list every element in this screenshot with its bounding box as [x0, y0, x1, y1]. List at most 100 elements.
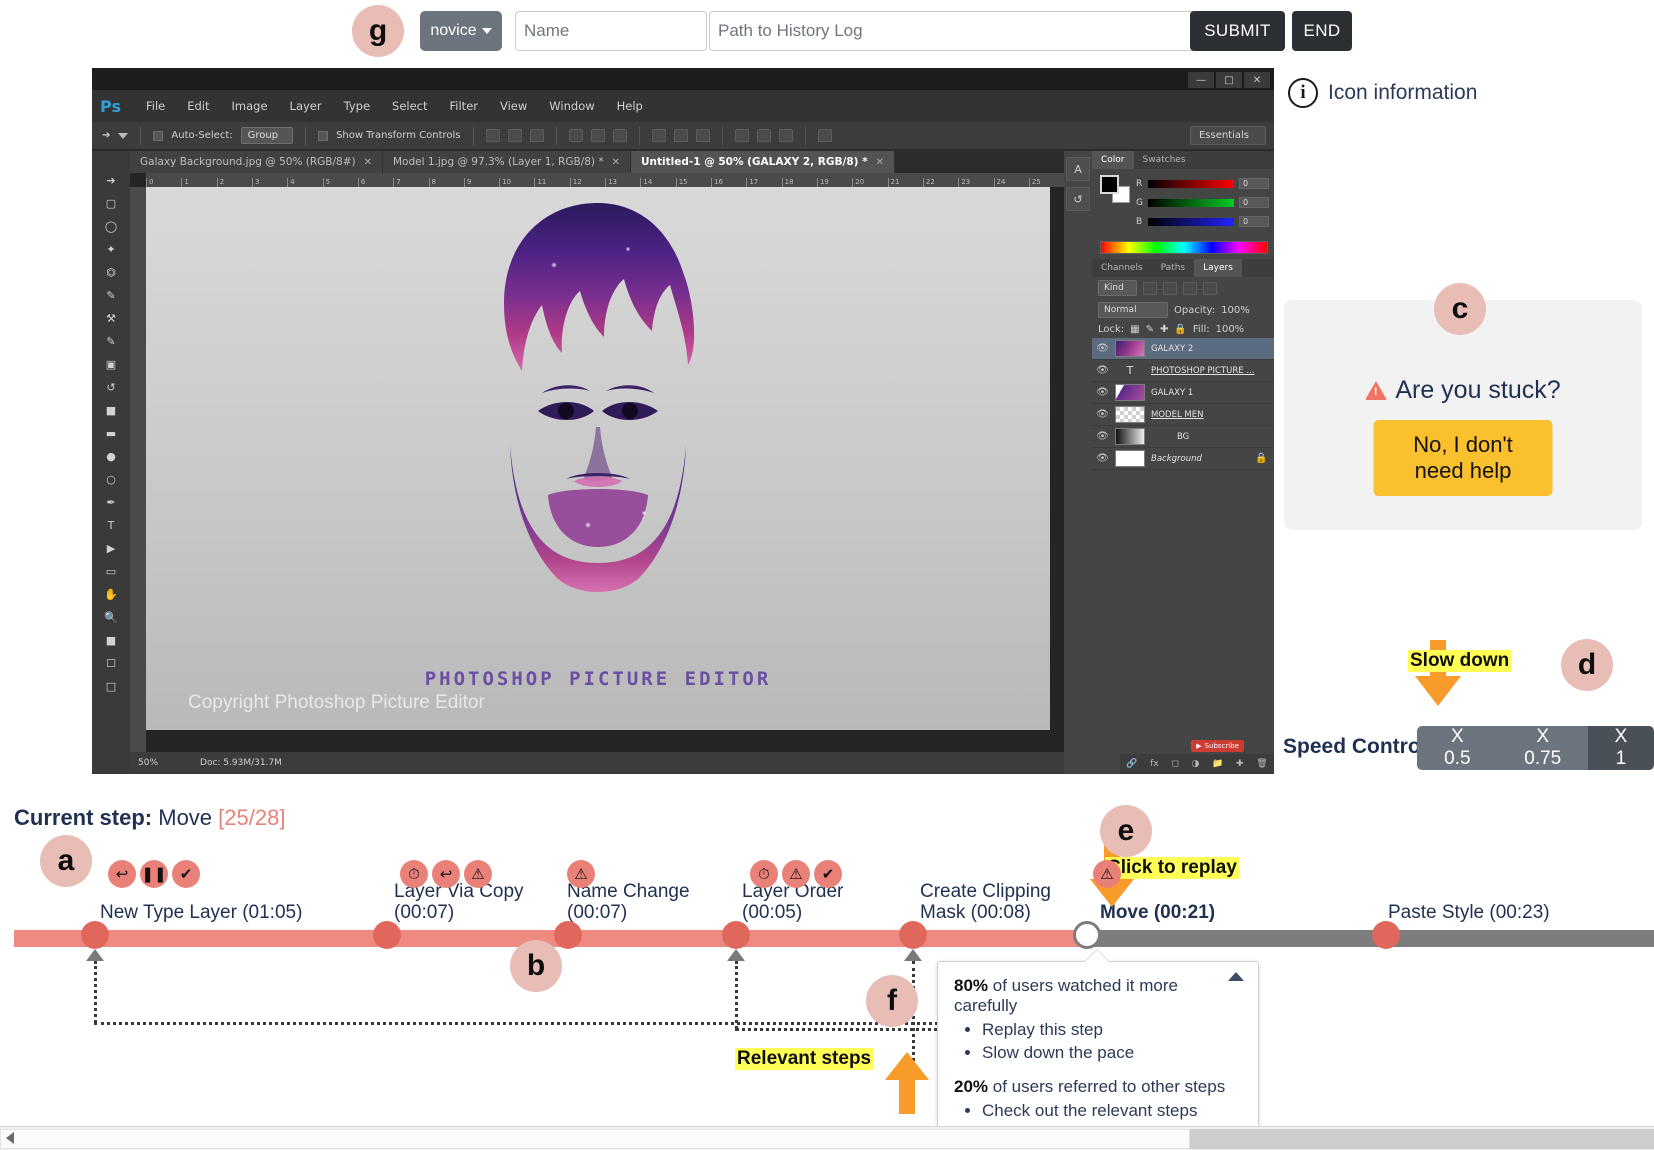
timeline-node-paste-style[interactable]	[1372, 921, 1400, 949]
link-layers-icon[interactable]: 🔗	[1126, 759, 1137, 769]
layer-row-photoshop-picture[interactable]: 👁 T PHOTOSHOP PICTURE ...	[1092, 360, 1274, 382]
pause-icon[interactable]: ❚❚	[140, 860, 168, 888]
blend-mode-select[interactable]: Normal	[1098, 302, 1168, 318]
timeline-node-move[interactable]	[1073, 921, 1101, 949]
subscribe-button[interactable]: ▶ Subscribe	[1191, 740, 1244, 752]
minimize-icon[interactable]: —	[1188, 72, 1214, 88]
layer-row-galaxy-1[interactable]: 👁 GALAXY 1	[1092, 382, 1274, 404]
menu-filter[interactable]: Filter	[439, 99, 489, 113]
align-right-edges-icon[interactable]	[529, 129, 544, 142]
history-log-path-input[interactable]	[709, 11, 1199, 51]
lock-position-icon[interactable]: ✚	[1160, 324, 1168, 335]
eye-icon[interactable]: 👁	[1096, 387, 1109, 398]
foreground-background-swatch[interactable]	[1100, 175, 1130, 203]
scrollbar-track[interactable]	[1190, 1129, 1654, 1149]
document-tab-model-1[interactable]: Model 1.jpg @ 97.3% (Layer 1, RGB/8) * ✕	[383, 151, 631, 173]
timeline-node-new-type-layer[interactable]	[81, 921, 109, 949]
layer-style-icon[interactable]: fx	[1150, 759, 1159, 769]
lasso-tool[interactable]: ◯	[92, 215, 130, 238]
filter-pixel-layers-icon[interactable]	[1142, 281, 1157, 295]
lock-image-pixels-icon[interactable]: ✎	[1146, 324, 1154, 335]
menu-select[interactable]: Select	[381, 99, 438, 113]
step-label-create-clipping-mask[interactable]: Create Clipping Mask (00:08)	[920, 881, 1060, 923]
auto-select-scope-select[interactable]: Group	[240, 127, 294, 144]
close-icon[interactable]: ✕	[876, 157, 884, 168]
timeline-node-layer-order[interactable]	[722, 921, 750, 949]
quick-select-tool[interactable]: ✦	[92, 238, 130, 261]
tab-swatches[interactable]: Swatches	[1134, 151, 1195, 169]
filter-shape-layers-icon[interactable]	[1202, 281, 1217, 295]
distribute-hcenter-icon[interactable]	[756, 129, 771, 142]
timeline-node-layer-via-copy[interactable]	[373, 921, 401, 949]
distribute-center-icon[interactable]	[673, 129, 688, 142]
layer-row-bg[interactable]: 👁 BG	[1092, 426, 1274, 448]
list-item[interactable]: Replay this step	[982, 1020, 1242, 1040]
eye-icon[interactable]: 👁	[1096, 343, 1109, 354]
align-left-edges-icon[interactable]	[485, 129, 500, 142]
step-label-name-change[interactable]: Name Change (00:07)	[567, 881, 707, 923]
expertise-level-select[interactable]: novice	[420, 11, 502, 51]
speed-option-1[interactable]: X 1	[1587, 726, 1654, 770]
no-help-button[interactable]: No, I don't need help	[1373, 420, 1553, 496]
warning-icon[interactable]: ⚠	[782, 860, 810, 888]
check-icon[interactable]: ✔	[814, 860, 842, 888]
auto-select-checkbox[interactable]	[153, 130, 164, 141]
menu-window[interactable]: Window	[538, 99, 605, 113]
filter-type-layers-icon[interactable]	[1182, 281, 1197, 295]
tool-preset-chevron-icon[interactable]	[118, 132, 129, 139]
scrollbar-thumb[interactable]	[0, 1129, 1190, 1149]
check-icon[interactable]: ✔	[172, 860, 200, 888]
distribute-right-icon[interactable]	[778, 129, 793, 142]
history-panel-icon[interactable]: ↺	[1066, 187, 1090, 211]
eye-icon[interactable]: 👁	[1096, 409, 1109, 420]
distribute-bottom-icon[interactable]	[695, 129, 710, 142]
timeline-track[interactable]	[14, 930, 1654, 947]
foreground-background-color[interactable]: ■	[92, 629, 130, 652]
align-vertical-centers-icon[interactable]	[590, 129, 605, 142]
eyedropper-tool[interactable]: ✎	[92, 284, 130, 307]
crop-tool[interactable]: ⏣	[92, 261, 130, 284]
distribute-top-icon[interactable]	[651, 129, 666, 142]
undo-icon[interactable]: ↩	[432, 860, 460, 888]
tab-paths[interactable]: Paths	[1152, 259, 1194, 277]
end-button[interactable]: END	[1292, 11, 1352, 51]
fill-value[interactable]: 100%	[1216, 324, 1245, 335]
menu-view[interactable]: View	[489, 99, 538, 113]
menu-type[interactable]: Type	[333, 99, 381, 113]
eye-icon[interactable]: 👁	[1096, 365, 1109, 376]
horizontal-scrollbar[interactable]	[0, 1126, 1654, 1150]
shape-tool[interactable]: ▭	[92, 560, 130, 583]
gradient-tool[interactable]: ▬	[92, 422, 130, 445]
align-top-edges-icon[interactable]	[568, 129, 583, 142]
zoom-tool[interactable]: 🔍	[92, 606, 130, 629]
auto-align-layers-icon[interactable]	[817, 129, 832, 142]
distribute-left-icon[interactable]	[734, 129, 749, 142]
screen-mode-tool[interactable]: □	[92, 675, 130, 698]
r-value[interactable]: 0	[1239, 178, 1269, 189]
lock-transparent-pixels-icon[interactable]: ▦	[1130, 324, 1139, 335]
speed-option-0-5[interactable]: X 0.5	[1417, 726, 1498, 770]
move-tool[interactable]: ➔	[92, 169, 130, 192]
marquee-tool[interactable]: ▢	[92, 192, 130, 215]
quick-mask-tool[interactable]: ☐	[92, 652, 130, 675]
layer-row-background[interactable]: 👁 Background 🔒	[1092, 448, 1274, 470]
move-tool-icon[interactable]: ➔	[102, 130, 110, 141]
step-label-paste-style[interactable]: Paste Style (00:23)	[1388, 902, 1608, 924]
lock-all-icon[interactable]: 🔒	[1174, 324, 1186, 335]
list-item[interactable]: Slow down the pace	[982, 1043, 1242, 1063]
tab-color[interactable]: Color	[1092, 151, 1134, 169]
menu-edit[interactable]: Edit	[176, 99, 220, 113]
collapse-icon[interactable]	[1228, 972, 1244, 981]
new-layer-icon[interactable]: ✚	[1236, 759, 1244, 769]
tab-layers[interactable]: Layers	[1194, 259, 1242, 277]
submit-button[interactable]: SUBMIT	[1190, 11, 1285, 51]
menu-layer[interactable]: Layer	[279, 99, 333, 113]
eye-icon[interactable]: 👁	[1096, 453, 1109, 464]
path-selection-tool[interactable]: ▶	[92, 537, 130, 560]
menu-image[interactable]: Image	[221, 99, 279, 113]
scroll-left-icon[interactable]	[6, 1132, 14, 1144]
delete-layer-icon[interactable]: 🗑	[1256, 759, 1267, 769]
filter-adjustment-layers-icon[interactable]	[1162, 281, 1177, 295]
document-tab-untitled-1[interactable]: Untitled-1 @ 50% (GALAXY 2, RGB/8) * ✕	[631, 151, 895, 173]
dodge-tool[interactable]: ○	[92, 468, 130, 491]
